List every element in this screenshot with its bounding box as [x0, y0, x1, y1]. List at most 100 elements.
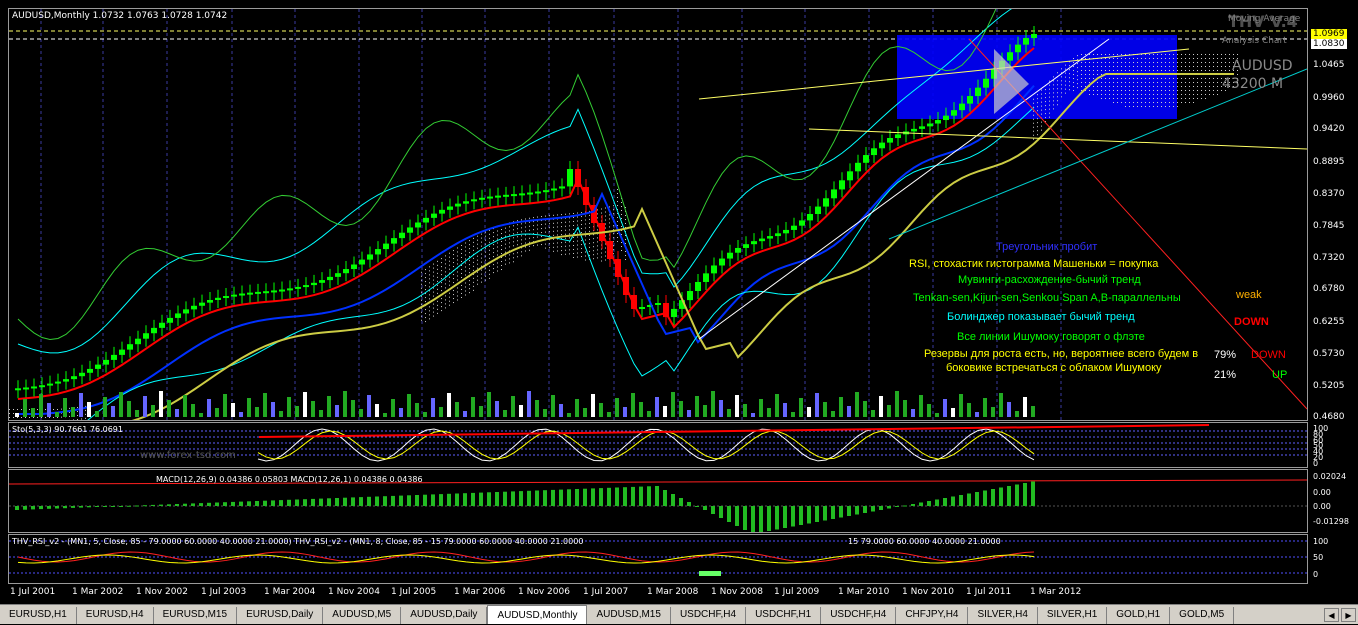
chart-tab[interactable]: GOLD,H1	[1107, 607, 1170, 624]
macd-histogram-bar	[367, 497, 371, 506]
cloud-dot	[573, 241, 574, 242]
volume-bar	[239, 412, 243, 417]
cloud-dot	[1049, 97, 1050, 98]
cloud-dot	[557, 246, 558, 247]
macd-histogram-bar	[479, 493, 483, 506]
candle-body	[415, 223, 421, 228]
cloud-dot	[565, 230, 566, 231]
cloud-dot	[1149, 58, 1150, 59]
macd-histogram-bar	[807, 506, 811, 524]
cloud-dot	[1089, 70, 1090, 71]
candle-body	[967, 96, 973, 104]
cloud-dot	[1093, 94, 1094, 95]
overlay-label-ma: Moving Average	[1228, 14, 1300, 24]
cloud-dot	[1081, 54, 1082, 55]
cloud-dot	[57, 417, 58, 418]
cloud-dot	[1225, 58, 1226, 59]
cloud-dot	[501, 249, 502, 250]
candle-body	[1031, 34, 1037, 38]
cloud-dot	[1121, 102, 1122, 103]
cloud-dot	[1165, 70, 1166, 71]
cloud-dot	[605, 224, 606, 225]
cloud-dot	[489, 238, 490, 239]
cloud-dot	[1197, 94, 1198, 95]
cloud-dot	[453, 294, 454, 295]
volume-bar	[927, 404, 931, 417]
volume-bar	[599, 403, 603, 417]
cloud-dot	[441, 286, 442, 287]
macd-histogram-bar	[911, 504, 915, 506]
cloud-dot	[1177, 94, 1178, 95]
cloud-dot	[1129, 82, 1130, 83]
chart-tab[interactable]: EURUSD,H4	[77, 607, 154, 624]
cloud-dot	[485, 280, 486, 281]
cloud-dot	[1177, 78, 1178, 79]
cloud-dot	[1197, 78, 1198, 79]
cloud-dot	[1129, 90, 1130, 91]
cloud-dot	[505, 232, 506, 233]
price-axis-label: 0.7845	[1313, 221, 1345, 231]
cloud-dot	[1137, 98, 1138, 99]
cloud-dot	[1157, 58, 1158, 59]
cloud-dot	[505, 228, 506, 229]
cloud-dot	[1169, 66, 1170, 67]
chart-tab[interactable]: EURUSD,M15	[154, 607, 237, 624]
cloud-dot	[1177, 86, 1178, 87]
tab-scroll-left-icon[interactable]: ◀	[1324, 608, 1339, 622]
chart-tab[interactable]: SILVER,H1	[1038, 607, 1107, 624]
chart-tab[interactable]: EURUSD,H1	[0, 607, 77, 624]
cloud-dot	[597, 249, 598, 250]
macd-histogram-bar	[967, 494, 971, 507]
cloud-dot	[77, 411, 78, 412]
chart-window[interactable]: AUDUSD,Monthly 1.0732 1.0763 1.0728 1.07…	[0, 0, 1358, 604]
cloud-dot	[1061, 76, 1062, 77]
volume-bar	[143, 396, 147, 417]
volume-bar	[679, 401, 683, 417]
cloud-dot	[521, 227, 522, 228]
cloud-dot	[1033, 103, 1034, 104]
chart-tab[interactable]: USDCHF,H4	[821, 607, 896, 624]
macd-histogram-bar	[263, 501, 267, 506]
cloud-dot	[1045, 105, 1046, 106]
cloud-dot	[585, 216, 586, 217]
tab-scroll-right-icon[interactable]: ▶	[1341, 608, 1356, 622]
chart-tab[interactable]: AUDUSD,Monthly	[487, 605, 587, 624]
chart-tab[interactable]: AUDUSD,M5	[323, 607, 401, 624]
cloud-dot	[557, 214, 558, 215]
cloud-dot	[1149, 102, 1150, 103]
price-axis-label: 0.5205	[1313, 381, 1345, 391]
chart-tab[interactable]: SILVER,H4	[968, 607, 1037, 624]
cloud-dot	[465, 287, 466, 288]
cloud-dot	[625, 215, 626, 216]
cloud-dot	[605, 256, 606, 257]
cloud-dot	[1189, 90, 1190, 91]
cloud-dot	[1145, 70, 1146, 71]
cloud-dot	[445, 275, 446, 276]
cloud-dot	[77, 419, 78, 420]
cloud-dot	[445, 307, 446, 308]
cloud-dot	[569, 241, 570, 242]
cloud-dot	[1105, 66, 1106, 67]
cloud-dot	[1153, 82, 1154, 83]
chart-tab[interactable]: AUDUSD,Daily	[401, 607, 487, 624]
cloud-dot	[525, 231, 526, 232]
cloud-dot	[1045, 109, 1046, 110]
cloud-dot	[1185, 58, 1186, 59]
cloud-dot	[1141, 90, 1142, 91]
chart-tab[interactable]: EURUSD,Daily	[237, 607, 323, 624]
volume-bar	[519, 405, 523, 417]
cloud-dot	[1197, 86, 1198, 87]
cloud-dot	[477, 256, 478, 257]
chart-tab[interactable]: AUDUSD,M15	[587, 607, 670, 624]
cloud-dot	[1149, 62, 1150, 63]
chart-tab[interactable]: USDCHF,H4	[671, 607, 746, 624]
chart-tab[interactable]: USDCHF,H1	[746, 607, 821, 624]
macd-histogram-bar	[47, 506, 51, 509]
cloud-dot	[477, 240, 478, 241]
volume-bar	[695, 396, 699, 417]
chart-tab[interactable]: CHFJPY,H4	[896, 607, 968, 624]
chart-tab[interactable]: GOLD,M5	[1170, 607, 1234, 624]
volume-bar	[863, 401, 867, 417]
cloud-dot	[433, 268, 434, 269]
volume-bar	[207, 399, 211, 417]
